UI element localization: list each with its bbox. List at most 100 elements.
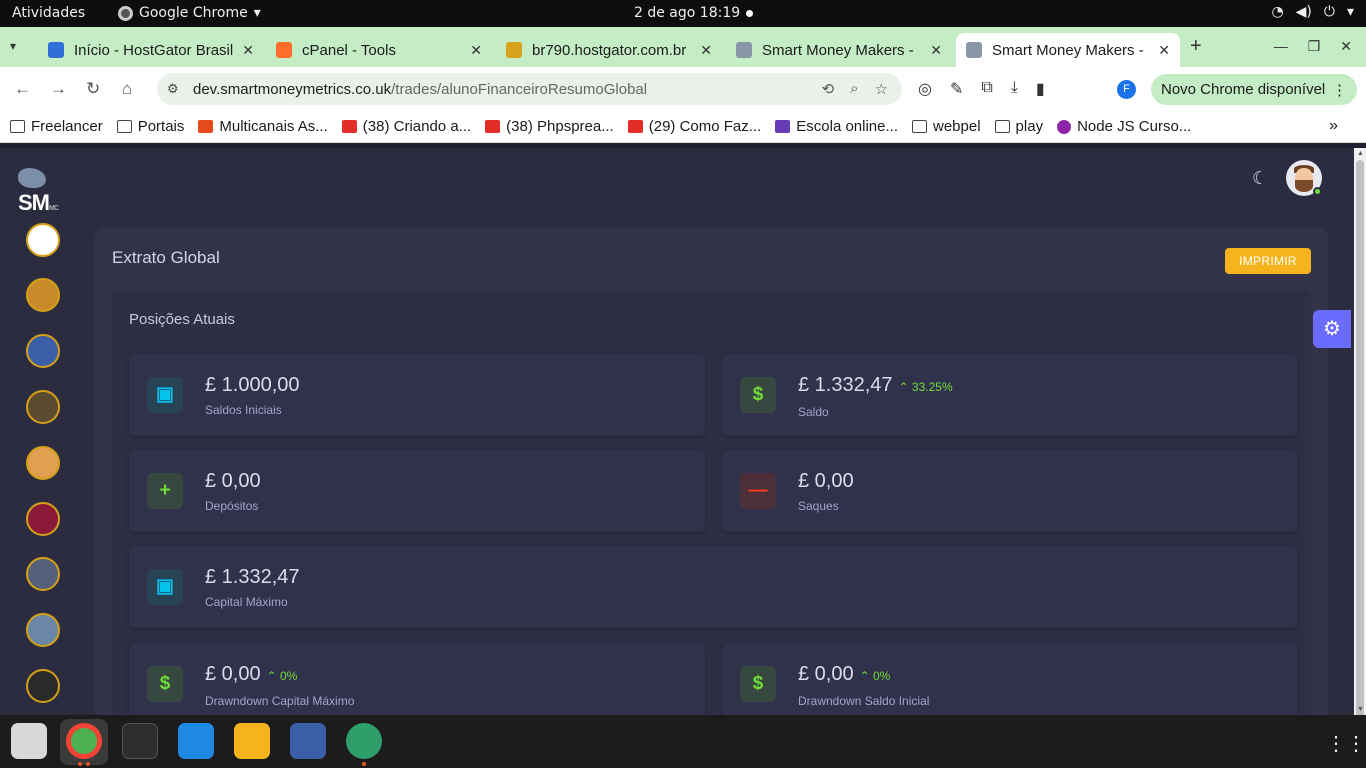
address-bar[interactable]: ⚙ dev.smartmoneymetrics.co.uk/trades/alu… (157, 73, 902, 105)
stat-label: Depósitos (205, 499, 259, 513)
dollar-icon: $ (740, 666, 776, 702)
scrollbar-thumb[interactable] (1356, 160, 1364, 720)
chrome-dock-icon[interactable] (66, 723, 102, 759)
clock[interactable]: 2 de ago 18:19 (634, 5, 740, 21)
scroll-down-icon[interactable]: ▼ (1357, 706, 1364, 713)
close-tab-icon[interactable]: ✕ (700, 42, 712, 59)
sidebar-item-wallet-icon[interactable] (26, 390, 60, 424)
eyedropper-icon[interactable]: ✎ (950, 79, 963, 99)
sidebar-item-reports-icon[interactable] (26, 446, 60, 480)
tab-smart-money-active[interactable]: Smart Money Makers - ✕ (956, 33, 1180, 67)
bookmark-item[interactable]: play (994, 118, 1043, 135)
show-apps-grid-icon[interactable]: ⋮⋮⋮ (1326, 731, 1366, 756)
new-tab-button[interactable]: + (1190, 35, 1202, 58)
home-icon[interactable]: ⌂ (122, 79, 132, 99)
stat-label: Saldo (798, 405, 829, 419)
files-icon[interactable] (11, 723, 47, 759)
scroll-up-icon[interactable]: ▲ (1357, 150, 1364, 157)
close-window-icon[interactable]: ✕ (1340, 38, 1352, 55)
folder-icon (994, 120, 1010, 133)
bookmark-item[interactable]: (38) Criando a... (341, 118, 471, 135)
bookmark-label: Escola online... (796, 118, 898, 135)
sidebar-item-users-icon[interactable] (26, 334, 60, 368)
arrow-up-icon: ⌃ (266, 669, 280, 683)
kebab-menu-icon[interactable]: ⋮ (1332, 81, 1347, 99)
bookmark-item[interactable]: Portais (116, 118, 184, 135)
tab-smart-money-1[interactable]: Smart Money Makers - ✕ (726, 33, 952, 67)
sidebar-item-dashboard-icon[interactable] (26, 278, 60, 312)
extension-icon[interactable]: ◎ (918, 79, 932, 99)
youtube-icon (485, 120, 501, 133)
sidebar-item-checklist-icon[interactable] (26, 557, 60, 591)
translate-icon[interactable]: ⟲ (822, 80, 835, 98)
more-bookmarks-icon[interactable]: » (1329, 117, 1338, 135)
bookmark-star-icon[interactable]: ☆ (875, 80, 888, 98)
logo[interactable]: SMMC (18, 164, 86, 216)
stat-label: Capital Máximo (205, 595, 288, 609)
dollar-icon: $ (740, 377, 776, 413)
download-icon[interactable]: ⤓ (1011, 79, 1018, 99)
bookmark-item[interactable]: (29) Como Faz... (627, 118, 761, 135)
stat-value: £ 1.332,47 ⌃ 33.25% (798, 374, 953, 397)
theme-toggle-moon-icon[interactable]: ☾ (1252, 168, 1268, 189)
logo-subtext: MC (49, 205, 59, 212)
stat-initial-balance: ▣ £ 1.000,00 Saldos Iniciais (129, 354, 705, 436)
bookmark-item[interactable]: Node JS Curso... (1057, 118, 1191, 135)
back-arrow-icon[interactable]: ← (14, 79, 31, 99)
tab-search-icon[interactable]: ▾ (10, 39, 16, 53)
system-tray[interactable]: ◔ ◀) ⏻ ▾ (1271, 4, 1354, 20)
maximize-icon[interactable]: ❐ (1308, 38, 1321, 55)
tab-title: Início - HostGator Brasil (74, 41, 234, 59)
app-menu[interactable]: Google Chrome ▾ (118, 5, 261, 21)
close-tab-icon[interactable]: ✕ (930, 42, 942, 59)
page-scrollbar[interactable]: ▲ ▼ (1354, 148, 1366, 720)
delta-value: 33.25% (911, 380, 953, 394)
stat-value: £ 0,00 ⌃ 0% (798, 663, 890, 686)
minimize-icon[interactable]: — (1274, 38, 1288, 55)
calculator-icon[interactable] (234, 723, 270, 759)
stat-label: Drawndown Capital Máximo (205, 694, 355, 708)
bookmark-item[interactable]: (38) Phpsprea... (485, 118, 614, 135)
stat-label: Saldos Iniciais (205, 403, 282, 417)
vscode-icon[interactable] (178, 723, 214, 759)
hostgator-favicon-icon (48, 42, 64, 58)
tab-cpanel[interactable]: cPanel - Tools ✕ (266, 33, 492, 67)
forward-arrow-icon[interactable]: → (50, 79, 67, 99)
sidebar: SMMC (0, 148, 86, 715)
running-indicator (78, 762, 82, 766)
folder-icon (116, 120, 132, 133)
bookmark-item[interactable]: Freelancer (10, 118, 103, 135)
stat-balance: $ £ 1.332,47 ⌃ 33.25% Saldo (722, 354, 1298, 436)
activities-button[interactable]: Atividades (12, 5, 85, 21)
stat-amount: £ 0,00 (205, 663, 261, 685)
print-button[interactable]: IMPRIMIR (1225, 248, 1311, 274)
new-chrome-available-button[interactable]: Novo Chrome disponível ⋮ (1151, 74, 1357, 105)
bookmark-item[interactable]: Escola online... (775, 118, 898, 135)
settings-gear-icon[interactable]: ⚙ (1313, 310, 1351, 348)
bookmark-item[interactable]: webpel (912, 118, 981, 135)
puzzle-extensions-icon[interactable]: ⧉ (981, 79, 992, 99)
bookmark-label: Multicanais As... (219, 118, 328, 135)
sidebar-item-tradingview-icon[interactable] (26, 223, 60, 257)
site-info-icon[interactable]: ⚙ (167, 81, 185, 97)
reload-icon[interactable]: ↻ (86, 79, 100, 99)
stat-label: Saques (798, 499, 839, 513)
atom-app-icon[interactable] (346, 723, 382, 759)
network-tool-icon[interactable] (290, 723, 326, 759)
delta-value: 0% (873, 669, 891, 683)
bookmark-label: webpel (933, 118, 981, 135)
terminal-icon[interactable] (122, 723, 158, 759)
profile-avatar[interactable]: F (1117, 80, 1136, 99)
tab-whm[interactable]: br790.hostgator.com.br ✕ (496, 33, 722, 67)
sidebar-item-education-icon[interactable] (26, 613, 60, 647)
close-tab-icon[interactable]: ✕ (470, 42, 482, 59)
tab-hostgator[interactable]: Início - HostGator Brasil ✕ (38, 33, 264, 67)
tab-title: Smart Money Makers - (762, 41, 914, 59)
close-tab-icon[interactable]: ✕ (242, 42, 254, 59)
bookmark-item[interactable]: Multicanais As... (198, 118, 328, 135)
close-tab-icon[interactable]: ✕ (1158, 42, 1170, 59)
sidebar-item-brand-icon[interactable] (26, 502, 60, 536)
zoom-icon[interactable]: ⌕ (850, 80, 858, 98)
side-panel-icon[interactable]: ▮ (1036, 79, 1045, 99)
sidebar-item-tools-icon[interactable] (26, 669, 60, 703)
